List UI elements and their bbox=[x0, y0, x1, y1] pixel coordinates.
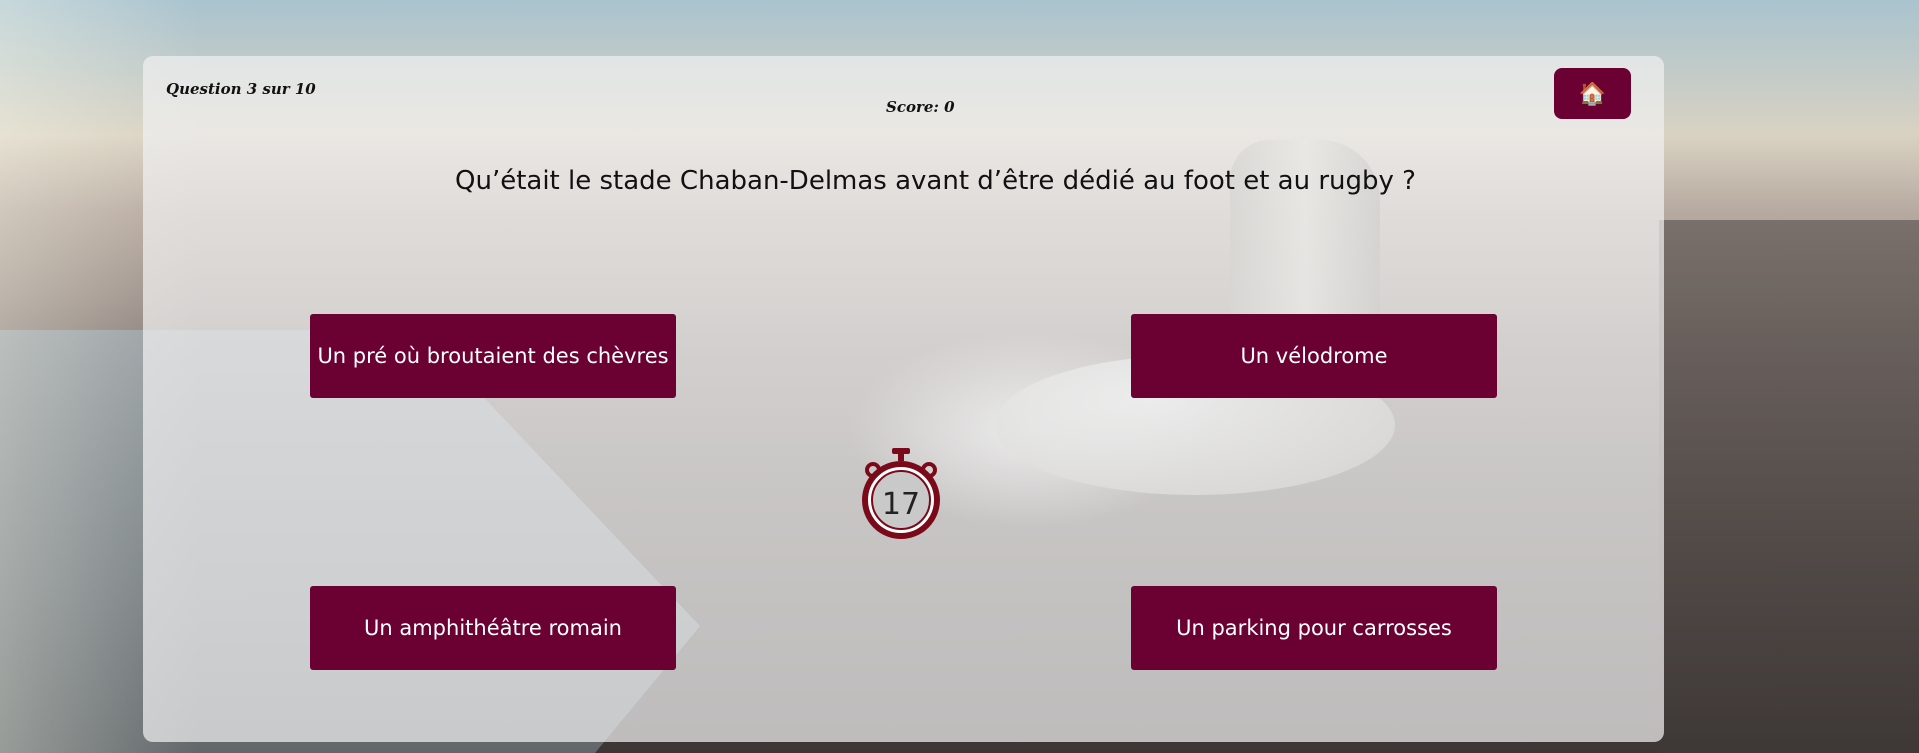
answer-button-1[interactable]: Un pré où broutaient des chèvres bbox=[310, 314, 676, 398]
home-icon: 🏠 bbox=[1578, 80, 1607, 106]
answer-button-3[interactable]: Un amphithéâtre romain bbox=[310, 586, 676, 670]
answer-button-2[interactable]: Un vélodrome bbox=[1131, 314, 1497, 398]
answer-button-4[interactable]: Un parking pour carrosses bbox=[1131, 586, 1497, 670]
countdown-timer: 17 bbox=[861, 448, 941, 544]
score-label: Score: 0 bbox=[886, 98, 955, 116]
quiz-card: Question 3 sur 10 Score: 0 🏠 Qu’était le… bbox=[143, 56, 1664, 742]
question-counter: Question 3 sur 10 bbox=[166, 80, 316, 98]
home-button[interactable]: 🏠 bbox=[1554, 68, 1631, 119]
question-text: Qu’était le stade Chaban-Delmas avant d’… bbox=[455, 166, 1416, 196]
background-buildings bbox=[1659, 220, 1919, 753]
timer-value: 17 bbox=[881, 487, 921, 522]
